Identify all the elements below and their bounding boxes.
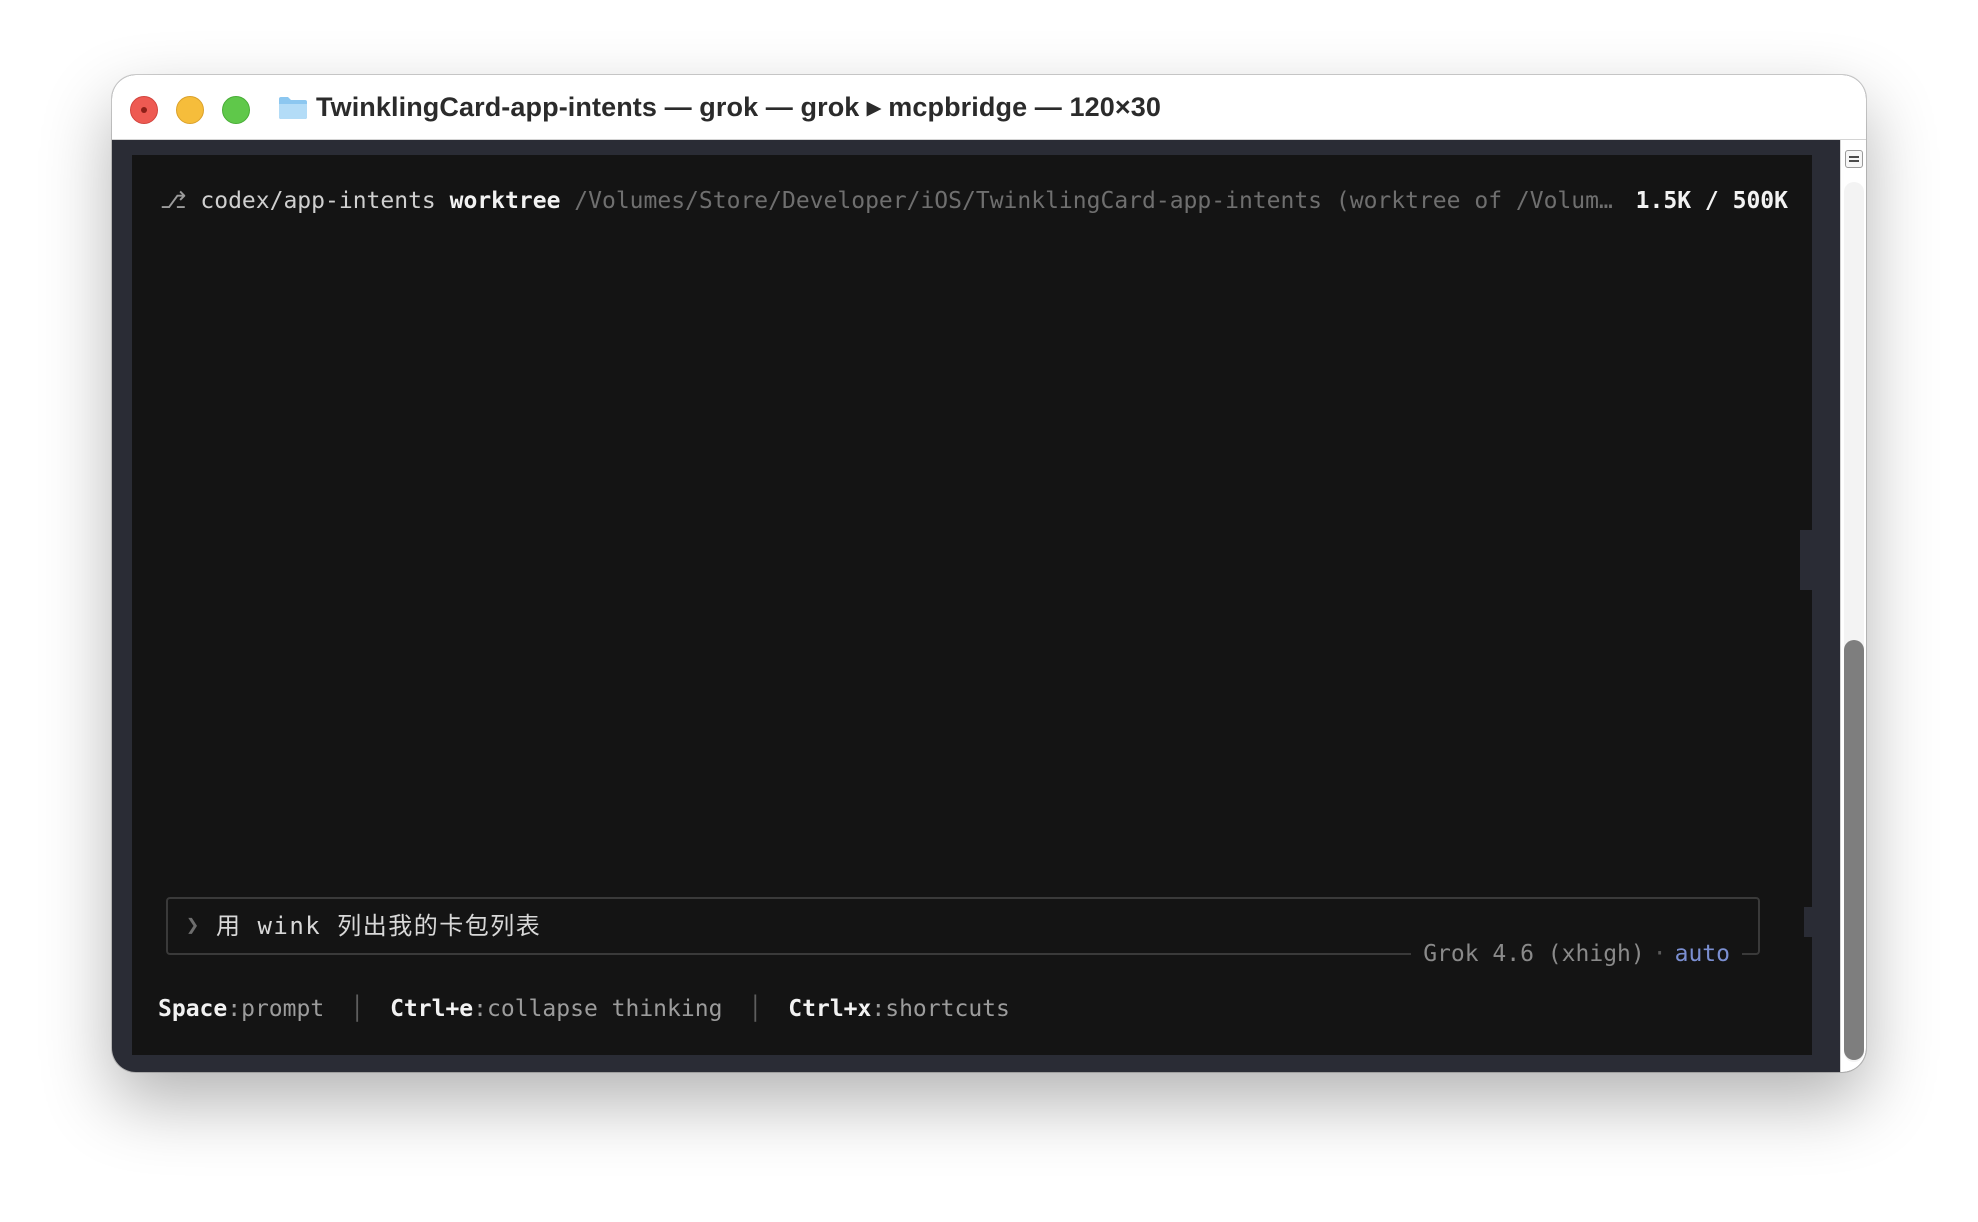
shortcut-hints: Space:prompt │ Ctrl+e:collapse thinking │ Ct… bbox=[158, 992, 1010, 1026]
terminal-content[interactable]: ⎇ codex/app-intents worktree /Volumes/St… bbox=[132, 155, 1832, 1055]
model-indicator: Grok 4.6 (xhigh) · auto bbox=[1411, 936, 1742, 972]
model-separator: · bbox=[1652, 941, 1667, 967]
shortcut-action-collapse: :collapse thinking bbox=[473, 996, 723, 1022]
branch-name: codex/app-intents bbox=[200, 188, 436, 214]
menu-icon[interactable] bbox=[1845, 150, 1863, 168]
prompt-chevron-icon: ❯ bbox=[186, 913, 200, 938]
status-line: ⎇ codex/app-intents worktree /Volumes/St… bbox=[160, 183, 1788, 219]
shortcut-key-space: Space bbox=[158, 996, 228, 1022]
shortcut-key-ctrl-x: Ctrl+x bbox=[788, 996, 872, 1022]
terminal-window: TwinklingCard-app-intents — grok — grok … bbox=[112, 75, 1866, 1072]
folder-icon bbox=[279, 97, 307, 119]
worktree-label: worktree bbox=[449, 188, 561, 214]
shortcut-separator: │ bbox=[350, 996, 365, 1022]
shortcut-separator: │ bbox=[748, 996, 763, 1022]
git-branch-icon: ⎇ bbox=[160, 188, 187, 214]
close-icon[interactable] bbox=[130, 96, 158, 124]
prompt-text: 用 wink 列出我的卡包列表 bbox=[216, 912, 542, 940]
minimize-icon[interactable] bbox=[176, 96, 204, 124]
prompt-input[interactable]: ❯ 用 wink 列出我的卡包列表 Grok 4.6 (xhigh) · auto bbox=[166, 897, 1760, 972]
model-name: Grok 4.6 (xhigh) bbox=[1423, 941, 1645, 967]
token-counter: 1.5K / 500K bbox=[1625, 183, 1788, 219]
shortcut-key-ctrl-e: Ctrl+e bbox=[390, 996, 474, 1022]
input-side-tab bbox=[1804, 907, 1832, 937]
shortcut-action-prompt: :prompt bbox=[227, 996, 325, 1022]
side-notch bbox=[1800, 530, 1812, 590]
scrollbar[interactable] bbox=[1840, 140, 1866, 1072]
title-bar[interactable]: TwinklingCard-app-intents — grok — grok … bbox=[112, 75, 1866, 140]
worktree-path: /Volumes/Store/Developer/iOS/TwinklingCa… bbox=[574, 188, 1613, 214]
shortcut-action-shortcuts: :shortcuts bbox=[871, 996, 1010, 1022]
mode-label: auto bbox=[1674, 941, 1730, 967]
maximize-icon[interactable] bbox=[222, 96, 250, 124]
window-title: TwinklingCard-app-intents — grok — grok … bbox=[316, 92, 1161, 122]
scroll-thumb[interactable] bbox=[1844, 640, 1864, 1060]
